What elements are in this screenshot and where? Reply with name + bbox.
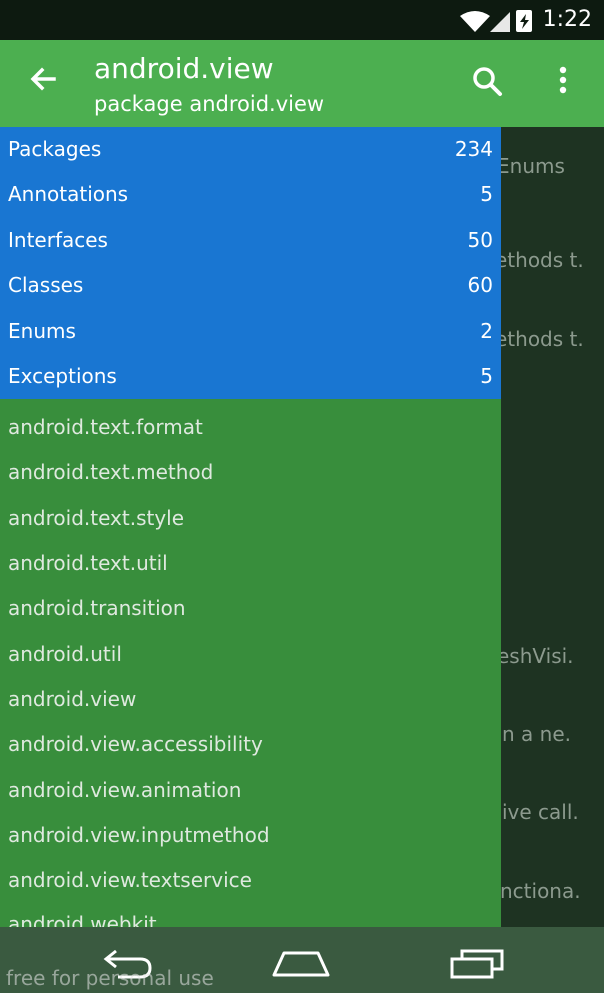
category-label: Interfaces xyxy=(8,228,108,252)
app-bar: android.view package android.view xyxy=(0,40,604,127)
category-label: Enums xyxy=(8,319,76,343)
package-list-item[interactable]: android.text.method xyxy=(8,460,213,484)
battery-icon xyxy=(516,10,532,32)
status-icons xyxy=(458,8,538,38)
category-row-exceptions[interactable]: Exceptions 5 xyxy=(0,354,501,399)
category-label: Packages xyxy=(8,137,102,161)
category-row-interfaces[interactable]: Interfaces 50 xyxy=(0,218,501,263)
category-row-classes[interactable]: Classes 60 xyxy=(0,263,501,308)
recent-apps-icon[interactable] xyxy=(448,947,508,985)
background-text: n a ne. xyxy=(502,722,571,746)
background-text: eshVisi. xyxy=(497,644,574,668)
category-row-enums[interactable]: Enums 2 xyxy=(0,309,501,354)
package-list-item[interactable]: android.webkit xyxy=(8,912,157,927)
category-row-annotations[interactable]: Annotations 5 xyxy=(0,172,501,217)
package-list-item[interactable]: android.text.style xyxy=(8,506,184,530)
category-label: Annotations xyxy=(8,182,129,206)
category-count: 60 xyxy=(467,273,493,297)
category-counts-panel: Packages 234 Annotations 5 Interfaces 50… xyxy=(0,127,501,399)
signal-icon xyxy=(490,12,510,32)
package-list-item[interactable]: android.view.animation xyxy=(8,778,241,802)
background-text: ethods t. xyxy=(495,327,584,351)
background-text: nctiona. xyxy=(500,879,581,903)
category-count: 50 xyxy=(467,228,493,252)
category-label: Classes xyxy=(8,273,84,297)
category-label: Exceptions xyxy=(8,364,117,388)
background-text: Enums xyxy=(497,154,565,178)
navigation-drawer: Packages 234 Annotations 5 Interfaces 50… xyxy=(0,127,501,927)
package-list-item[interactable]: android.view.accessibility xyxy=(8,732,263,756)
package-list-item[interactable]: android.transition xyxy=(8,596,186,620)
category-count: 234 xyxy=(454,137,493,161)
category-count: 5 xyxy=(480,364,493,388)
package-list-item[interactable]: android.view.inputmethod xyxy=(8,823,270,847)
category-count: 2 xyxy=(480,319,493,343)
search-icon[interactable] xyxy=(470,64,504,98)
page-title: android.view xyxy=(94,52,274,85)
package-list-item[interactable]: android.text.format xyxy=(8,415,203,439)
package-list-item[interactable]: android.view.textservice xyxy=(8,868,252,892)
package-list-item[interactable]: android.text.util xyxy=(8,551,168,575)
package-list-item[interactable]: android.view xyxy=(8,687,136,711)
background-text: ive call. xyxy=(502,800,579,824)
category-row-packages[interactable]: Packages 234 xyxy=(0,127,501,172)
status-bar: 1:22 xyxy=(0,0,604,40)
page-subtitle: package android.view xyxy=(94,92,325,116)
back-arrow-icon[interactable] xyxy=(26,62,60,96)
overflow-menu-icon[interactable] xyxy=(548,62,578,98)
background-text: ethods t. xyxy=(495,248,584,272)
category-count: 5 xyxy=(480,182,493,206)
status-time: 1:22 xyxy=(542,7,592,32)
watermark-text: free for personal use xyxy=(6,966,214,990)
package-list-item[interactable]: android.util xyxy=(8,642,122,666)
wifi-icon xyxy=(460,11,490,32)
home-icon[interactable] xyxy=(270,947,332,985)
package-list: android.text.format android.text.method … xyxy=(0,399,501,927)
